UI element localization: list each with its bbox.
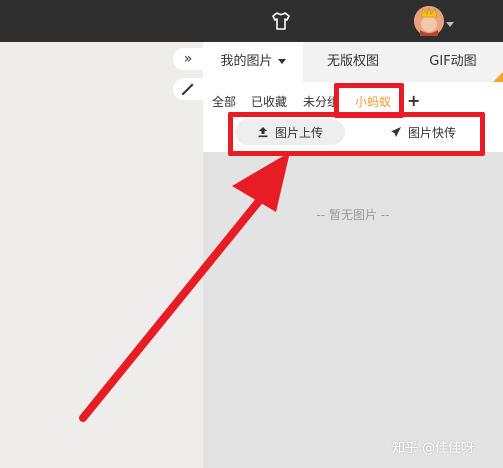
magic-wand-icon[interactable] (173, 78, 203, 100)
category-favorites[interactable]: 已收藏 (251, 92, 287, 112)
chevron-down-icon (277, 59, 286, 64)
expand-icon[interactable]: » (173, 48, 203, 70)
tab-bar: 我的图片 无版权图 GIF动图 (203, 42, 503, 82)
corner-badge (493, 72, 503, 82)
category-all[interactable]: 全部 (212, 92, 236, 112)
watermark: 知乎 @佳佳呀 (392, 441, 475, 456)
annotation-highlight-actions (228, 112, 485, 156)
add-category-button[interactable]: + (407, 91, 420, 110)
wand-icon (182, 83, 194, 95)
tab-gif[interactable]: GIF动图 (403, 42, 503, 82)
empty-state-text: -- 暂无图片 -- (316, 208, 390, 222)
tab-copyright-free[interactable]: 无版权图 (303, 42, 403, 82)
category-ungrouped[interactable]: 未分组 (303, 92, 337, 112)
chevron-down-icon[interactable] (446, 22, 454, 27)
tab-my-images[interactable]: 我的图片 (203, 42, 303, 82)
top-bar (0, 0, 503, 42)
avatar-icon[interactable] (414, 6, 444, 36)
shirt-icon[interactable] (271, 11, 291, 31)
